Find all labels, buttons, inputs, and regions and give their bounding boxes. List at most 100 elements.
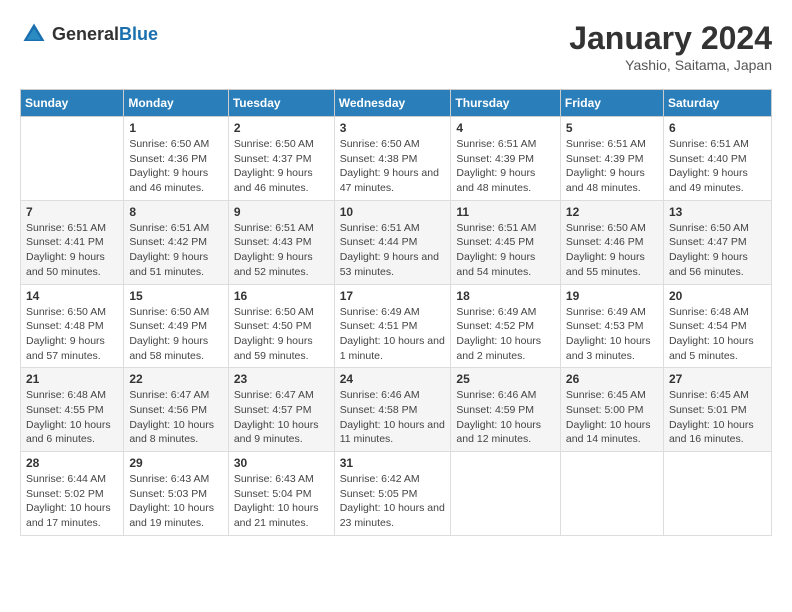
calendar-cell: 21 Sunrise: 6:48 AMSunset: 4:55 PMDayligh… [21, 368, 124, 452]
calendar-week-row: 1 Sunrise: 6:50 AMSunset: 4:36 PMDaylight… [21, 117, 772, 201]
weekday-header-saturday: Saturday [663, 90, 771, 117]
day-info: Sunrise: 6:48 AMSunset: 4:55 PMDaylight:… [26, 388, 118, 447]
day-info: Sunrise: 6:46 AMSunset: 4:58 PMDaylight:… [340, 388, 446, 447]
calendar-cell: 13 Sunrise: 6:50 AMSunset: 4:47 PMDayligh… [663, 200, 771, 284]
day-info: Sunrise: 6:48 AMSunset: 4:54 PMDaylight:… [669, 305, 766, 364]
day-number: 8 [129, 205, 222, 219]
calendar-cell: 8 Sunrise: 6:51 AMSunset: 4:42 PMDaylight… [124, 200, 228, 284]
day-info: Sunrise: 6:49 AMSunset: 4:52 PMDaylight:… [456, 305, 555, 364]
logo-icon [20, 20, 48, 48]
day-number: 17 [340, 289, 446, 303]
calendar-cell: 3Sunrise: 6:50 AMSunset: 4:38 PMDaylight… [334, 117, 451, 201]
calendar-week-row: 14 Sunrise: 6:50 AMSunset: 4:48 PMDayligh… [21, 284, 772, 368]
day-number: 16 [234, 289, 329, 303]
calendar-cell: 16 Sunrise: 6:50 AMSunset: 4:50 PMDayligh… [228, 284, 334, 368]
day-info: Sunrise: 6:50 AMSunset: 4:49 PMDaylight:… [129, 305, 222, 364]
calendar-cell: 23 Sunrise: 6:47 AMSunset: 4:57 PMDayligh… [228, 368, 334, 452]
calendar-cell: 10Sunrise: 6:51 AMSunset: 4:44 PMDayligh… [334, 200, 451, 284]
day-info: Sunrise: 6:46 AMSunset: 4:59 PMDaylight:… [456, 388, 555, 447]
day-number: 24 [340, 372, 446, 386]
calendar-cell: 31Sunrise: 6:42 AMSunset: 5:05 PMDayligh… [334, 452, 451, 536]
day-number: 27 [669, 372, 766, 386]
calendar-cell [451, 452, 561, 536]
calendar-cell: 25Sunrise: 6:46 AMSunset: 4:59 PMDayligh… [451, 368, 561, 452]
calendar-cell: 28 Sunrise: 6:44 AMSunset: 5:02 PMDayligh… [21, 452, 124, 536]
title-block: January 2024 Yashio, Saitama, Japan [569, 20, 772, 73]
calendar-cell: 20 Sunrise: 6:48 AMSunset: 4:54 PMDayligh… [663, 284, 771, 368]
calendar-cell: 22Sunrise: 6:47 AMSunset: 4:56 PMDayligh… [124, 368, 228, 452]
day-info: Sunrise: 6:45 AMSunset: 5:01 PMDaylight:… [669, 388, 766, 447]
weekday-header-monday: Monday [124, 90, 228, 117]
calendar-cell: 5Sunrise: 6:51 AMSunset: 4:39 PMDaylight… [560, 117, 663, 201]
day-number: 18 [456, 289, 555, 303]
day-info: Sunrise: 6:51 AMSunset: 4:43 PMDaylight:… [234, 221, 329, 280]
weekday-header-wednesday: Wednesday [334, 90, 451, 117]
day-number: 23 [234, 372, 329, 386]
weekday-header-tuesday: Tuesday [228, 90, 334, 117]
day-info: Sunrise: 6:43 AMSunset: 5:03 PMDaylight:… [129, 472, 222, 531]
day-number: 21 [26, 372, 118, 386]
day-number: 6 [669, 121, 766, 135]
calendar-cell: 14 Sunrise: 6:50 AMSunset: 4:48 PMDayligh… [21, 284, 124, 368]
day-info: Sunrise: 6:50 AMSunset: 4:48 PMDaylight:… [26, 305, 118, 364]
day-info: Sunrise: 6:50 AMSunset: 4:50 PMDaylight:… [234, 305, 329, 364]
day-info: Sunrise: 6:50 AMSunset: 4:38 PMDaylight:… [340, 137, 446, 196]
day-info: Sunrise: 6:51 AMSunset: 4:40 PMDaylight:… [669, 137, 766, 196]
calendar-cell: 17 Sunrise: 6:49 AMSunset: 4:51 PMDayligh… [334, 284, 451, 368]
calendar-cell: 26 Sunrise: 6:45 AMSunset: 5:00 PMDayligh… [560, 368, 663, 452]
day-info: Sunrise: 6:42 AMSunset: 5:05 PMDaylight:… [340, 472, 446, 531]
day-info: Sunrise: 6:47 AMSunset: 4:56 PMDaylight:… [129, 388, 222, 447]
day-info: Sunrise: 6:51 AMSunset: 4:39 PMDaylight:… [456, 137, 555, 196]
calendar-cell: 9 Sunrise: 6:51 AMSunset: 4:43 PMDaylight… [228, 200, 334, 284]
weekday-header-friday: Friday [560, 90, 663, 117]
day-number: 19 [566, 289, 658, 303]
day-info: Sunrise: 6:51 AMSunset: 4:41 PMDaylight:… [26, 221, 118, 280]
day-info: Sunrise: 6:47 AMSunset: 4:57 PMDaylight:… [234, 388, 329, 447]
calendar-cell: 1 Sunrise: 6:50 AMSunset: 4:36 PMDaylight… [124, 117, 228, 201]
day-info: Sunrise: 6:50 AMSunset: 4:47 PMDaylight:… [669, 221, 766, 280]
weekday-header-sunday: Sunday [21, 90, 124, 117]
day-info: Sunrise: 6:49 AMSunset: 4:51 PMDaylight:… [340, 305, 446, 364]
day-number: 26 [566, 372, 658, 386]
day-number: 30 [234, 456, 329, 470]
calendar-cell [560, 452, 663, 536]
calendar-week-row: 28 Sunrise: 6:44 AMSunset: 5:02 PMDayligh… [21, 452, 772, 536]
day-info: Sunrise: 6:51 AMSunset: 4:39 PMDaylight:… [566, 137, 658, 196]
logo-text-blue: Blue [119, 24, 158, 44]
month-title: January 2024 [569, 20, 772, 57]
day-number: 14 [26, 289, 118, 303]
day-info: Sunrise: 6:45 AMSunset: 5:00 PMDaylight:… [566, 388, 658, 447]
calendar-cell: 7 Sunrise: 6:51 AMSunset: 4:41 PMDaylight… [21, 200, 124, 284]
day-number: 15 [129, 289, 222, 303]
weekday-header-thursday: Thursday [451, 90, 561, 117]
day-info: Sunrise: 6:51 AMSunset: 4:42 PMDaylight:… [129, 221, 222, 280]
day-number: 29 [129, 456, 222, 470]
calendar-table: SundayMondayTuesdayWednesdayThursdayFrid… [20, 89, 772, 536]
calendar-cell: 4Sunrise: 6:51 AMSunset: 4:39 PMDaylight… [451, 117, 561, 201]
day-number: 11 [456, 205, 555, 219]
day-info: Sunrise: 6:44 AMSunset: 5:02 PMDaylight:… [26, 472, 118, 531]
day-number: 1 [129, 121, 222, 135]
day-number: 9 [234, 205, 329, 219]
day-info: Sunrise: 6:43 AMSunset: 5:04 PMDaylight:… [234, 472, 329, 531]
day-number: 13 [669, 205, 766, 219]
day-info: Sunrise: 6:50 AMSunset: 4:46 PMDaylight:… [566, 221, 658, 280]
calendar-cell [663, 452, 771, 536]
day-info: Sunrise: 6:50 AMSunset: 4:36 PMDaylight:… [129, 137, 222, 196]
calendar-cell: 11Sunrise: 6:51 AMSunset: 4:45 PMDayligh… [451, 200, 561, 284]
day-info: Sunrise: 6:50 AMSunset: 4:37 PMDaylight:… [234, 137, 329, 196]
logo-text-general: General [52, 24, 119, 44]
weekday-header-row: SundayMondayTuesdayWednesdayThursdayFrid… [21, 90, 772, 117]
calendar-cell: 12 Sunrise: 6:50 AMSunset: 4:46 PMDayligh… [560, 200, 663, 284]
calendar-cell: 24 Sunrise: 6:46 AMSunset: 4:58 PMDayligh… [334, 368, 451, 452]
day-number: 28 [26, 456, 118, 470]
day-number: 12 [566, 205, 658, 219]
calendar-cell: 19Sunrise: 6:49 AMSunset: 4:53 PMDayligh… [560, 284, 663, 368]
calendar-cell: 18 Sunrise: 6:49 AMSunset: 4:52 PMDayligh… [451, 284, 561, 368]
location-title: Yashio, Saitama, Japan [569, 57, 772, 73]
day-number: 20 [669, 289, 766, 303]
day-number: 10 [340, 205, 446, 219]
logo: GeneralBlue [20, 20, 158, 48]
calendar-cell: 27 Sunrise: 6:45 AMSunset: 5:01 PMDayligh… [663, 368, 771, 452]
day-number: 7 [26, 205, 118, 219]
